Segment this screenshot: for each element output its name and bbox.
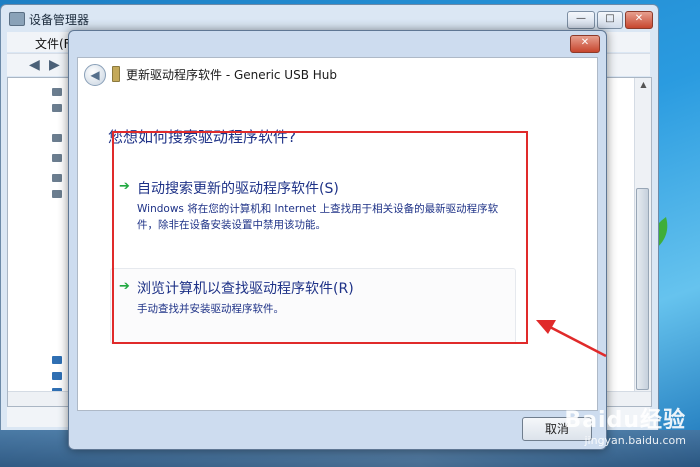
watermark-sub: jingyan.baidu.com <box>584 434 686 447</box>
annotation-arrow <box>536 320 607 358</box>
baidu-watermark: Baidu经验 jingyan.baidu.com <box>564 402 686 447</box>
watermark-main: Baidu经验 <box>564 408 686 433</box>
